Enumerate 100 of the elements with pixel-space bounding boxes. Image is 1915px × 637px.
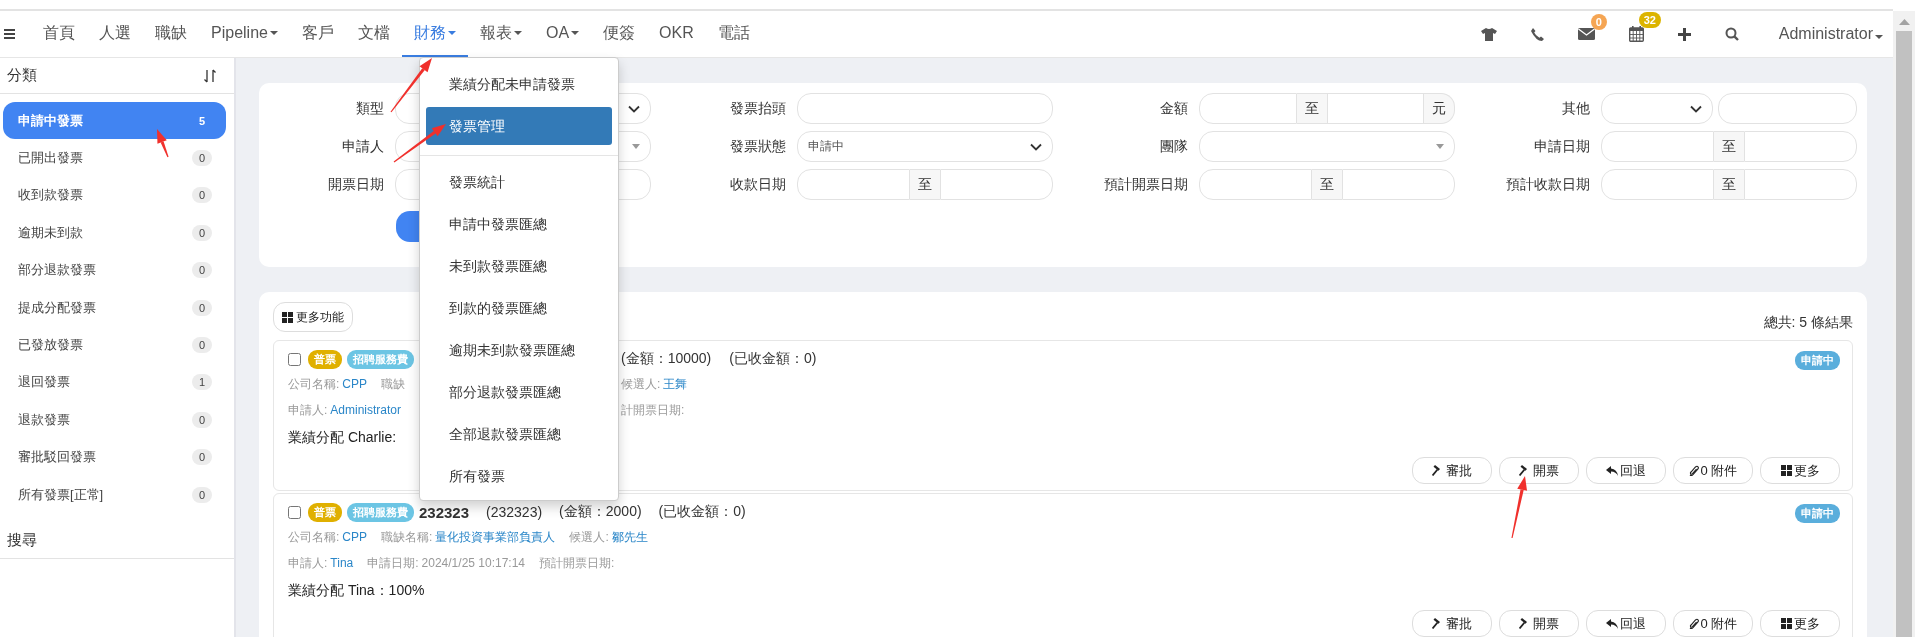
input-field[interactable] <box>1718 93 1857 124</box>
meta-link[interactable]: 王舞 <box>663 376 688 391</box>
tag: 招聘服務費 <box>347 502 414 522</box>
notification-badge: 32 <box>1638 12 1661 28</box>
menu-item[interactable]: 發票管理 <box>426 107 612 145</box>
field-label: 收款日期 <box>729 175 787 194</box>
menu-item[interactable]: 全部退款發票匯總 <box>426 415 612 453</box>
annotation-arrow <box>390 58 432 113</box>
menu-icon[interactable] <box>4 29 15 39</box>
action-button[interactable]: 開票 <box>1499 457 1579 484</box>
invoice-detail: (232323) <box>486 504 543 520</box>
checkbox[interactable] <box>288 352 301 366</box>
invoice-detail: (金額：2000) <box>559 503 642 521</box>
nav-item[interactable]: Pipeline <box>199 11 290 57</box>
nav-item[interactable]: OKR <box>647 11 706 57</box>
nav-item[interactable]: 客戶 <box>289 11 346 57</box>
sidebar-item[interactable]: 收到款發票 0 <box>3 176 226 215</box>
status-badge: 申請中 <box>1795 351 1840 370</box>
select-field[interactable] <box>1601 93 1713 124</box>
item-count: 0 <box>191 224 212 241</box>
allocation-note: 業績分配 Charlie: <box>288 429 397 447</box>
input-field[interactable] <box>1744 169 1857 200</box>
menu-item[interactable]: 逾期未到款發票匯總 <box>426 331 612 369</box>
action-button[interactable]: 0 附件 <box>1673 610 1753 637</box>
sidebar-item[interactable]: 部分退款發票 0 <box>3 251 226 289</box>
sidebar-item[interactable]: 已開出發票 0 <box>3 139 226 177</box>
field-label: 預計收款日期 <box>1505 175 1591 194</box>
sidebar-item[interactable]: 所有發票[正常] 0 <box>3 475 226 514</box>
sidebar-item[interactable]: 審批駁回發票 0 <box>3 438 226 476</box>
envelope-icon[interactable] <box>1577 28 1595 40</box>
shirt-icon[interactable] <box>1480 27 1497 41</box>
field-label: 開票日期 <box>327 175 385 194</box>
menu-item[interactable]: 到款的發票匯總 <box>426 289 612 327</box>
input-field[interactable] <box>797 169 910 200</box>
caret-icon <box>632 144 640 149</box>
nav-item[interactable]: OA <box>533 11 592 57</box>
input-field[interactable] <box>797 93 1053 124</box>
meta-link[interactable]: 鄒先生 <box>611 529 648 544</box>
action-button[interactable]: 審批 <box>1412 457 1492 484</box>
meta-link[interactable]: Tina <box>330 555 354 570</box>
nav-item[interactable]: 電話 <box>705 11 762 57</box>
sidebar-heading: 搜尋 <box>7 531 37 549</box>
select-field[interactable] <box>1199 131 1455 162</box>
nav-item[interactable]: 職缺 <box>143 11 199 57</box>
input-field[interactable] <box>1601 131 1714 162</box>
menu-item[interactable]: 未到款發票匯總 <box>426 247 612 285</box>
reply-icon <box>1606 618 1618 629</box>
input-field[interactable] <box>940 169 1053 200</box>
action-button[interactable]: 更多 <box>1760 457 1840 484</box>
allocation-note: 業績分配 Tina：100% <box>288 582 425 600</box>
range-separator: 至 <box>1714 169 1744 200</box>
scroll-up-icon[interactable] <box>1898 19 1910 25</box>
input-field[interactable] <box>1199 93 1297 124</box>
nav-item[interactable]: 文檔 <box>345 11 402 57</box>
sidebar-item[interactable]: 提成分配發票 0 <box>3 288 226 327</box>
caret-icon <box>447 31 456 35</box>
search-icon[interactable] <box>1724 27 1739 41</box>
sidebar-item[interactable]: 退回發票 1 <box>3 363 226 402</box>
nav-item[interactable]: 人選 <box>87 11 143 57</box>
scroll-thumb[interactable] <box>1896 31 1912 637</box>
meta-link[interactable]: 量化投資事業部負責人 <box>435 529 556 544</box>
scrollbar[interactable] <box>1893 11 1915 637</box>
sidebar-item[interactable]: 已發放發票 0 <box>3 326 226 364</box>
action-button[interactable]: 回退 <box>1586 610 1666 637</box>
input-field[interactable] <box>1744 131 1857 162</box>
more-functions-button[interactable]: 更多功能 <box>273 302 353 332</box>
menu-item[interactable]: 業績分配未申請發票 <box>426 65 612 103</box>
nav-item[interactable]: 報表 <box>467 11 534 57</box>
input-field[interactable] <box>1199 169 1312 200</box>
nav-item[interactable]: 首頁 <box>31 11 87 57</box>
phone-icon[interactable] <box>1530 27 1544 41</box>
sort-icon[interactable] <box>204 68 216 83</box>
menu-item[interactable]: 發票統計 <box>426 163 612 201</box>
user-menu[interactable]: Administrator <box>1778 25 1883 43</box>
select-field[interactable]: 申請中 <box>797 131 1053 162</box>
input-field[interactable] <box>1326 93 1424 124</box>
action-button[interactable]: 更多 <box>1760 610 1840 637</box>
meta-label: 申請人: <box>288 555 328 570</box>
action-button[interactable]: 回退 <box>1586 457 1666 484</box>
meta-link[interactable]: CPP <box>342 376 368 391</box>
action-button[interactable]: 開票 <box>1499 610 1579 637</box>
input-field[interactable] <box>1342 169 1455 200</box>
menu-item[interactable]: 部分退款發票匯總 <box>426 373 612 411</box>
sidebar-item[interactable]: 退款發票 0 <box>3 401 226 439</box>
plus-icon[interactable] <box>1677 27 1691 41</box>
item-count: 0 <box>191 411 212 428</box>
calendar-icon[interactable] <box>1628 26 1644 42</box>
menu-item[interactable]: 所有發票 <box>426 457 612 495</box>
menu-item[interactable]: 申請中發票匯總 <box>426 205 612 243</box>
action-button[interactable]: 0 附件 <box>1673 457 1753 484</box>
meta-link[interactable]: Administrator <box>330 402 402 417</box>
sidebar-item[interactable]: 申請中發票 5 <box>3 102 226 140</box>
nav-item[interactable]: 便簽 <box>591 11 648 57</box>
input-field[interactable] <box>1601 169 1714 200</box>
action-button[interactable]: 審批 <box>1412 610 1492 637</box>
meta-link[interactable]: CPP <box>342 529 368 544</box>
sidebar-item[interactable]: 逾期未到款 0 <box>3 214 226 252</box>
caret-icon <box>513 31 522 35</box>
checkbox[interactable] <box>288 505 301 519</box>
meta-label: 申請日期: <box>367 555 419 570</box>
